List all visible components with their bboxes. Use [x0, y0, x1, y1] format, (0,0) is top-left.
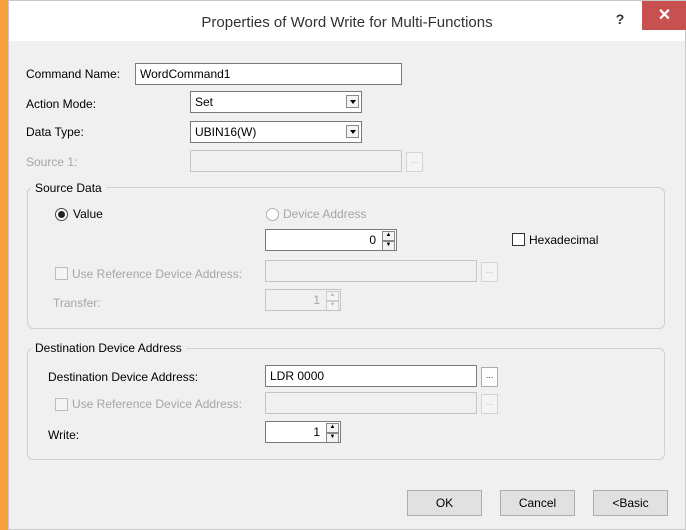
value-radio-label: Value [73, 207, 103, 221]
source1-label: Source 1: [26, 155, 78, 169]
source-reference-input[interactable] [265, 260, 477, 282]
dialog-title: Properties of Word Write for Multi-Funct… [201, 14, 493, 31]
spin-down-icon[interactable]: ▼ [326, 301, 339, 310]
action-mode-label: Action Mode: [26, 97, 97, 111]
destination-use-reference-checkbox[interactable] [55, 398, 68, 411]
source-use-reference-label: Use Reference Device Address: [72, 267, 243, 281]
value-radio[interactable] [55, 208, 68, 221]
write-input[interactable]: 1 ▲ ▼ [265, 421, 341, 443]
help-button[interactable]: ? [610, 10, 630, 28]
spin-up-icon[interactable]: ▲ [382, 231, 395, 241]
data-type-label: Data Type: [26, 125, 84, 139]
source1-browse-button[interactable]: ... [406, 152, 423, 172]
source-value-input[interactable]: 0 ▲ ▼ [265, 229, 397, 251]
source-data-title: Source Data [31, 181, 106, 195]
data-type-value: UBIN16(W) [195, 125, 257, 139]
source1-input[interactable] [190, 150, 402, 172]
action-mode-dropdown[interactable]: Set [190, 91, 362, 113]
transfer-value: 1 [313, 293, 320, 307]
spin-down-icon[interactable]: ▼ [382, 241, 395, 250]
value-spinner[interactable]: ▲ ▼ [382, 231, 395, 250]
command-name-label: Command Name: [26, 67, 121, 81]
chevron-down-icon[interactable] [346, 95, 359, 108]
source-use-reference-checkbox[interactable] [55, 267, 68, 280]
destination-reference-browse-button[interactable]: ... [481, 394, 498, 414]
destination-browse-button[interactable]: ... [481, 367, 498, 387]
title-bar[interactable]: Properties of Word Write for Multi-Funct… [9, 1, 686, 41]
spin-up-icon[interactable]: ▲ [326, 291, 339, 301]
chevron-down-icon[interactable] [346, 125, 359, 138]
spin-down-icon[interactable]: ▼ [326, 433, 339, 442]
device-address-radio-label: Device Address [283, 207, 367, 221]
transfer-spinner[interactable]: ▲ ▼ [326, 291, 339, 310]
hexadecimal-label: Hexadecimal [529, 233, 599, 247]
data-type-dropdown[interactable]: UBIN16(W) [190, 121, 362, 143]
ok-button[interactable]: OK [407, 490, 482, 516]
properties-dialog: Properties of Word Write for Multi-Funct… [8, 0, 686, 530]
action-mode-value: Set [195, 95, 214, 109]
source-value-text: 0 [369, 233, 376, 247]
destination-reference-input[interactable] [265, 392, 477, 414]
write-label: Write: [48, 428, 80, 442]
transfer-label: Transfer: [53, 296, 101, 310]
close-button[interactable]: ✕ [642, 1, 686, 30]
destination-title: Destination Device Address [31, 341, 186, 355]
destination-address-input[interactable]: LDR 0000 [265, 365, 477, 387]
command-name-input[interactable]: WordCommand1 [135, 63, 402, 85]
device-address-radio[interactable] [266, 208, 279, 221]
destination-address-label: Destination Device Address: [48, 370, 199, 384]
basic-button[interactable]: <Basic [593, 490, 668, 516]
transfer-input[interactable]: 1 ▲ ▼ [265, 289, 341, 311]
hexadecimal-checkbox[interactable] [512, 233, 525, 246]
write-spinner[interactable]: ▲ ▼ [326, 423, 339, 442]
source-reference-browse-button[interactable]: ... [481, 262, 498, 282]
spin-up-icon[interactable]: ▲ [326, 423, 339, 433]
destination-use-reference-label: Use Reference Device Address: [72, 397, 243, 411]
write-value: 1 [313, 425, 320, 439]
cancel-button[interactable]: Cancel [500, 490, 575, 516]
